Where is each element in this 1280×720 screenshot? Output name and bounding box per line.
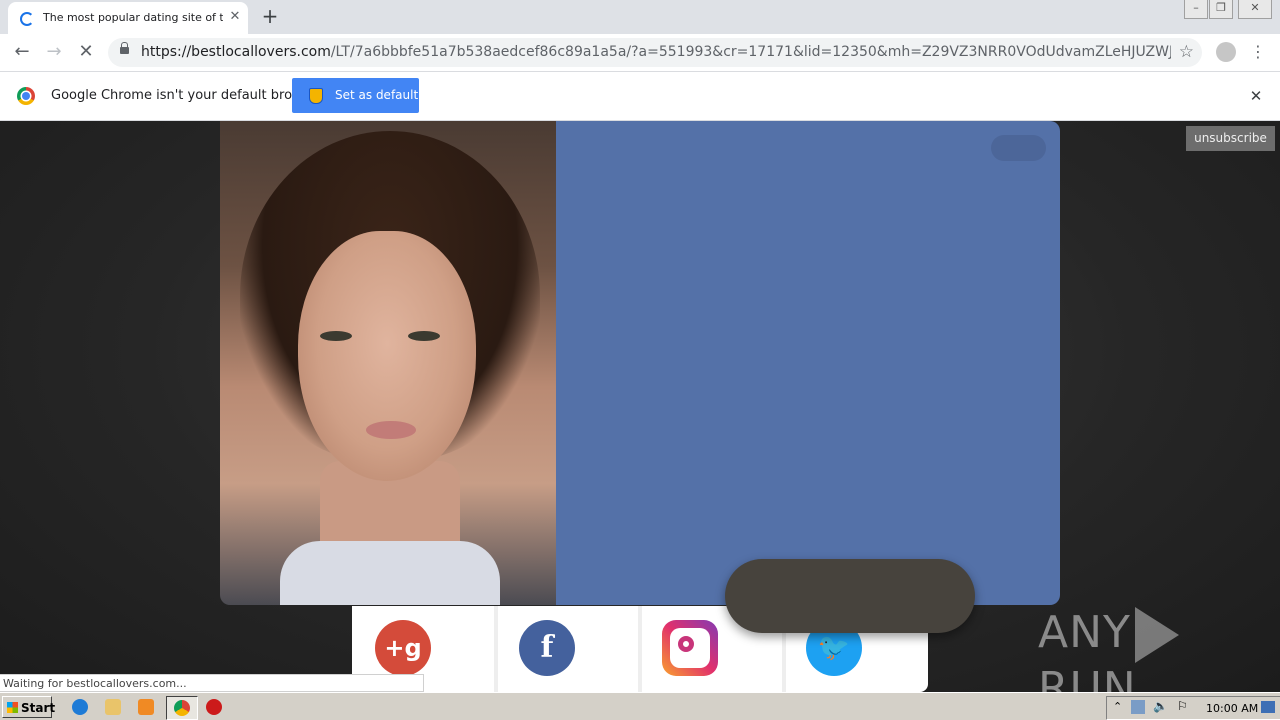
browser-menu-icon[interactable]: ⋮ [1250,42,1266,62]
network-icon[interactable] [1131,700,1145,714]
minimize-button[interactable]: – [1184,0,1208,19]
show-hidden-icons-icon[interactable]: ⌃ [1113,700,1122,713]
shield-icon [309,88,323,104]
set-as-default-label: Set as default [335,88,419,102]
social-divider [494,606,498,692]
address-bar[interactable]: https://bestlocallovers.com/LT/7a6bbbfe5… [108,38,1202,67]
profile-avatar-icon[interactable] [1216,42,1236,62]
profile-photo[interactable] [220,121,556,605]
chrome-logo-icon [17,87,35,105]
anyrun-watermark: ANYRUN [1038,607,1280,692]
start-button[interactable]: Start [2,696,55,718]
bookmark-star-icon[interactable]: ☆ [1179,42,1194,62]
back-button[interactable]: ← [12,42,32,62]
url-text[interactable]: https://bestlocallovers.com/LT/7a6bbbfe5… [141,44,1171,60]
tab-strip: The most popular dating site of this ✕ +… [0,0,1280,34]
internet-explorer-icon[interactable] [72,699,88,715]
default-browser-infobar: Google Chrome isn't your default browser… [0,72,1280,121]
infobar-message: Google Chrome isn't your default browser [51,88,323,103]
status-bubble: Waiting for bestlocallovers.com... [0,674,424,692]
volume-icon[interactable]: 🔈 [1153,699,1168,713]
photo-shirt [280,541,500,605]
tab-title: The most popular dating site of this [43,11,223,24]
chrome-taskbar-button[interactable] [166,696,198,720]
instagram-icon-lens [678,636,694,652]
chrome-icon [174,700,190,716]
browser-toolbar: ← → ✕ https://bestlocallovers.com/LT/7a6… [0,34,1280,72]
photo-lips [366,421,416,439]
photo-eye-left [320,331,352,341]
photo-eye-right [408,331,440,341]
loading-spinner-icon [20,12,34,26]
action-center-flag-icon[interactable]: ⚐ [1177,699,1188,713]
url-path: /LT/7a6bbbfe51a7b538aedcef86c89a1a5a/?a=… [330,44,1171,60]
page-content: unsubscribe +g f 🐦 ANYRUN [0,121,1280,692]
stop-loading-button[interactable]: ✕ [76,42,96,62]
browser-tab[interactable]: The most popular dating site of this ✕ [8,2,248,34]
facebook-icon[interactable]: f [519,620,575,676]
infobar-close-icon[interactable]: ✕ [1246,86,1266,106]
show-desktop-icon[interactable] [1261,701,1275,713]
windows-taskbar: Start ⌃ 🔈 ⚐ 10:00 AM [0,692,1280,720]
new-tab-button[interactable]: + [260,6,280,27]
tab-close-icon[interactable]: ✕ [227,9,243,25]
lock-icon[interactable] [120,42,129,54]
forward-button[interactable]: → [44,42,64,62]
google-plus-icon[interactable]: +g [375,620,431,676]
restore-button[interactable]: ❐ [1209,0,1233,19]
unsubscribe-button[interactable]: unsubscribe [1186,126,1275,151]
media-player-icon[interactable] [138,699,154,715]
url-host: https://bestlocallovers.com [141,44,331,60]
file-explorer-icon[interactable] [105,699,121,715]
close-window-button[interactable]: ✕ [1238,0,1272,19]
panel-close-pill[interactable] [991,135,1046,161]
opera-icon[interactable] [206,699,222,715]
instagram-icon[interactable] [662,620,718,676]
taskbar-clock[interactable]: 10:00 AM [1206,702,1258,715]
set-as-default-button[interactable]: Set as default [292,78,419,113]
photo-face [298,231,476,481]
play-icon [1134,607,1179,663]
action-button[interactable] [725,559,975,633]
content-panel [556,121,1060,605]
social-divider [638,606,642,692]
